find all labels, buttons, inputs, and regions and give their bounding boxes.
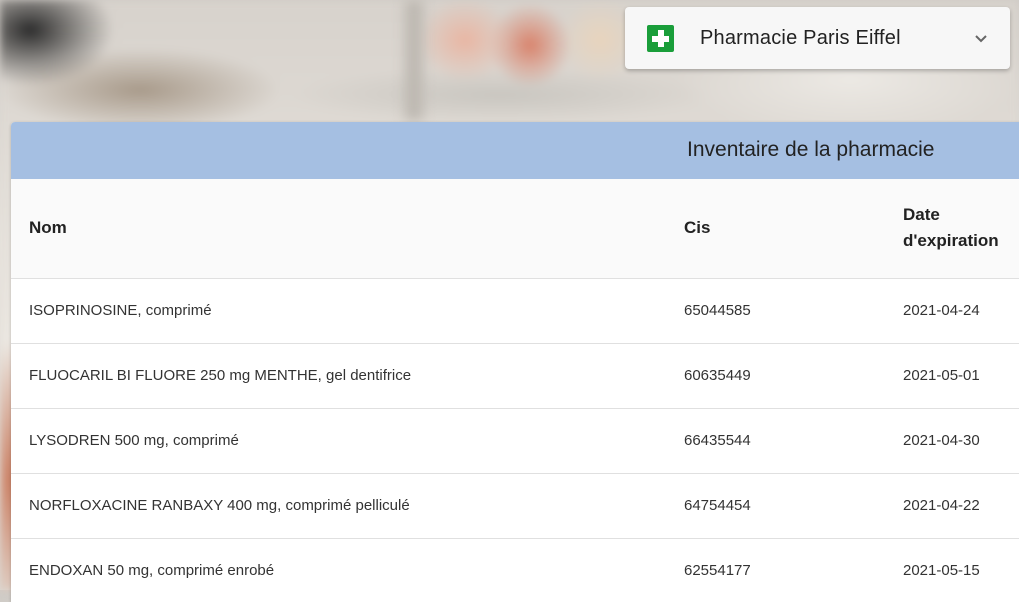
chevron-down-icon bbox=[975, 35, 987, 43]
cell-cis: 65044585 bbox=[666, 278, 886, 344]
column-header-date[interactable]: Date d'expiration bbox=[886, 179, 1019, 279]
inventory-header: Inventaire de la pharmacie bbox=[11, 122, 1019, 179]
column-header-date-label: Date d'expiration bbox=[903, 205, 999, 251]
store-name: Pharmacie Paris Eiffel bbox=[700, 26, 901, 49]
background-shelf-post bbox=[405, 0, 423, 120]
cell-cis: 60635449 bbox=[666, 343, 886, 409]
table-header-row: Nom Cis Date d'expiration bbox=[11, 179, 1019, 279]
cell-date: 2021-04-30 bbox=[886, 408, 1019, 474]
cell-date: 2021-04-24 bbox=[886, 278, 1019, 344]
inventory-card: Inventaire de la pharmacie Nom Cis Date … bbox=[11, 122, 1019, 602]
cell-cis: 64754454 bbox=[666, 473, 886, 539]
cell-date: 2021-05-15 bbox=[886, 538, 1019, 602]
cell-cis: 66435544 bbox=[666, 408, 886, 474]
cell-nom: NORFLOXACINE RANBAXY 400 mg, comprimé pe… bbox=[11, 473, 666, 539]
cell-nom: LYSODREN 500 mg, comprimé bbox=[11, 408, 666, 474]
store-selector[interactable]: Pharmacie Paris Eiffel bbox=[625, 7, 1010, 69]
table-row[interactable]: LYSODREN 500 mg, comprimé 66435544 2021-… bbox=[11, 408, 1019, 474]
cell-nom: ISOPRINOSINE, comprimé bbox=[11, 278, 666, 344]
green-cross-icon bbox=[647, 24, 674, 52]
cell-nom: FLUOCARIL BI FLUORE 250 mg MENTHE, gel d… bbox=[11, 343, 666, 409]
table-row[interactable]: ENDOXAN 50 mg, comprimé enrobé 62554177 … bbox=[11, 538, 1019, 602]
column-header-cis[interactable]: Cis bbox=[666, 179, 886, 279]
column-header-nom[interactable]: Nom bbox=[11, 179, 666, 279]
cell-nom: ENDOXAN 50 mg, comprimé enrobé bbox=[11, 538, 666, 602]
cell-date: 2021-04-22 bbox=[886, 473, 1019, 539]
table-row[interactable]: ISOPRINOSINE, comprimé 65044585 2021-04-… bbox=[11, 278, 1019, 344]
inventory-title: Inventaire de la pharmacie bbox=[687, 138, 935, 161]
cell-cis: 62554177 bbox=[666, 538, 886, 602]
cell-date: 2021-05-01 bbox=[886, 343, 1019, 409]
inventory-table: Nom Cis Date d'expiration ISOPRINOSINE, … bbox=[11, 179, 1019, 602]
table-row[interactable]: NORFLOXACINE RANBAXY 400 mg, comprimé pe… bbox=[11, 473, 1019, 539]
table-row[interactable]: FLUOCARIL BI FLUORE 250 mg MENTHE, gel d… bbox=[11, 343, 1019, 409]
